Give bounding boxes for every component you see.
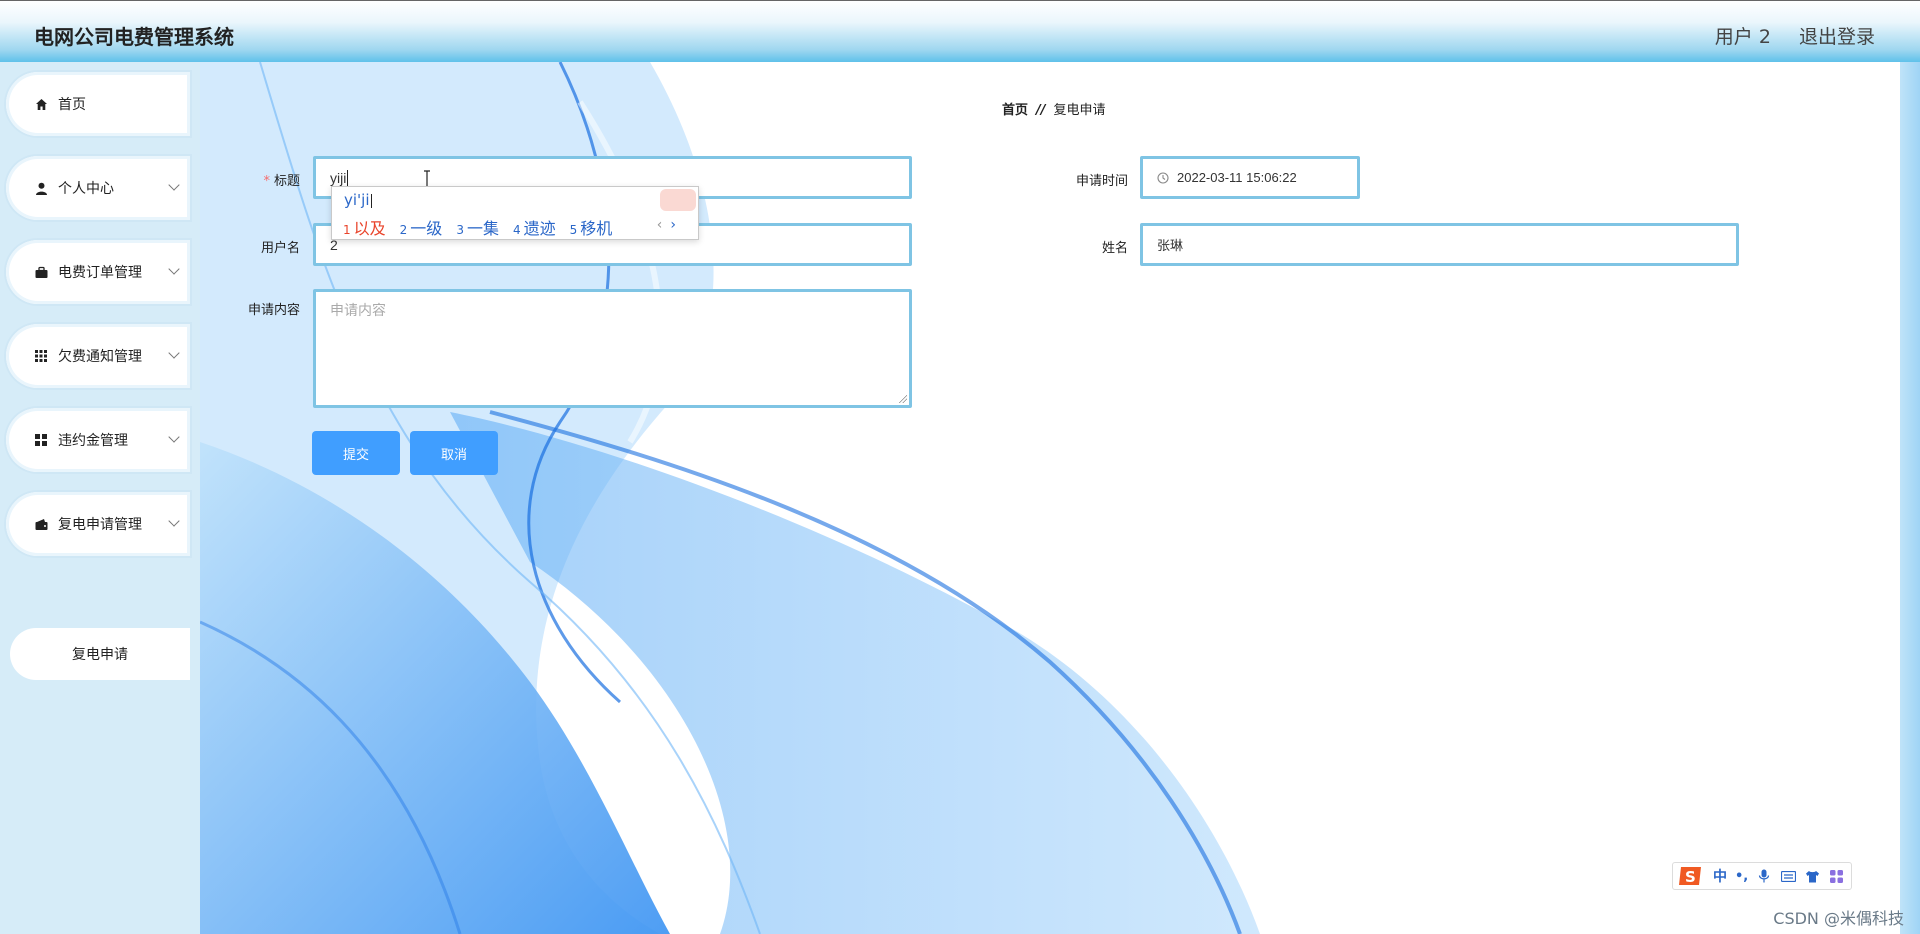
sidebar-item-label: 违约金管理: [58, 433, 128, 449]
sidebar-item-profile[interactable]: 个人中心: [6, 156, 190, 220]
microphone-icon[interactable]: [1756, 868, 1772, 884]
title-label: * 标题: [263, 174, 300, 189]
ime-candidate[interactable]: 2 一级: [400, 215, 443, 239]
content-label: 申请内容: [247, 303, 300, 318]
top-header: 电网公司电费管理系统 用户 2 退出登录: [0, 0, 1920, 62]
header-user-area: 用户 2 退出登录: [1693, 22, 1875, 49]
apply-time-value: 2022-03-11 15:06:22: [1177, 170, 1297, 185]
content-placeholder: 申请内容: [330, 302, 386, 318]
briefcase-icon: [34, 265, 48, 279]
current-user-label: 用户 2: [1714, 26, 1771, 48]
chevron-down-icon: [168, 263, 180, 275]
sidebar-item-label: 电费订单管理: [58, 265, 142, 281]
ime-composition: yi'ji: [344, 191, 372, 209]
sogou-logo-icon: [660, 189, 696, 211]
apply-time-label: 申请时间: [1075, 174, 1128, 189]
ime-next-page-icon[interactable]: ›: [670, 217, 676, 233]
ime-toolbar: S 中 •,: [1672, 862, 1852, 890]
sidebar-item-label: 欠费通知管理: [58, 349, 142, 365]
ime-mode-toggle[interactable]: 中: [1713, 866, 1727, 886]
name-value: 张琳: [1157, 238, 1184, 253]
username-label: 用户名: [260, 241, 300, 256]
ime-candidate-list: 1 以及 2 一级 3 一集 4 遗迹 5 移机: [343, 215, 612, 239]
sidebar-item-label: 复电申请管理: [58, 517, 142, 533]
ime-page-nav: ‹ ›: [657, 217, 676, 233]
text-caret: [347, 169, 349, 186]
wallet-icon: [34, 517, 48, 531]
ime-candidate[interactable]: 3 一集: [456, 215, 499, 239]
keyboard-icon[interactable]: [1780, 868, 1796, 884]
sidebar-item-label: 首页: [58, 97, 86, 113]
user-icon: [34, 181, 48, 195]
ime-candidate[interactable]: 5 移机: [570, 215, 613, 239]
breadcrumb-current: 复电申请: [1053, 103, 1106, 118]
sidebar-item-arrears-notice[interactable]: 欠费通知管理: [6, 324, 190, 388]
submit-button[interactable]: 提交: [312, 431, 400, 475]
sidebar-item-penalty[interactable]: 违约金管理: [6, 408, 190, 472]
chevron-down-icon: [168, 515, 180, 527]
content-textarea[interactable]: 申请内容: [313, 289, 912, 408]
sidebar-item-home[interactable]: 首页: [6, 72, 190, 136]
apps-icon: [34, 433, 48, 447]
right-edge-strip: [1900, 62, 1920, 934]
ime-prev-page-icon[interactable]: ‹: [657, 217, 663, 233]
app-title: 电网公司电费管理系统: [34, 25, 234, 49]
name-label: 姓名: [1101, 241, 1128, 256]
sidebar: 首页 个人中心 电费订单管理 欠费通知管理 违约金管理 复电申请管理 复电申请: [0, 62, 200, 934]
ime-punctuation-toggle[interactable]: •,: [1735, 869, 1748, 884]
ime-candidate[interactable]: 4 遗迹: [513, 215, 556, 239]
sidebar-item-bill-orders[interactable]: 电费订单管理: [6, 240, 190, 304]
ime-candidate[interactable]: 1 以及: [343, 215, 386, 239]
breadcrumb: 首页 // 复电申请: [1002, 99, 1106, 118]
cancel-button[interactable]: 取消: [410, 431, 498, 475]
title-input-value: yiji: [330, 169, 347, 186]
clock-icon: [1157, 171, 1169, 184]
sidebar-item-label: 个人中心: [58, 181, 114, 197]
required-mark: *: [263, 174, 270, 189]
apply-time-picker[interactable]: 2022-03-11 15:06:22: [1140, 156, 1360, 199]
resize-grip-icon[interactable]: [899, 395, 907, 403]
ime-candidate-popup: yi'ji 1 以及 2 一级 3 一集 4 遗迹 5 移机 ‹ ›: [331, 186, 699, 240]
watermark-text: CSDN @米偶科技: [1773, 909, 1904, 928]
skin-shirt-icon[interactable]: [1804, 868, 1820, 884]
svg-text:S: S: [1685, 868, 1696, 886]
sogou-logo-icon[interactable]: S: [1677, 863, 1705, 889]
submenu-item-reconnect-apply[interactable]: 复电申请: [10, 628, 190, 680]
breadcrumb-home[interactable]: 首页: [1002, 103, 1028, 118]
logout-link[interactable]: 退出登录: [1799, 26, 1875, 48]
sidebar-item-reconnect-apply[interactable]: 复电申请管理: [6, 492, 190, 556]
toolbox-icon[interactable]: [1828, 868, 1844, 884]
breadcrumb-separator: //: [1036, 103, 1046, 118]
chevron-down-icon: [168, 179, 180, 191]
grid-icon: [34, 349, 48, 363]
chevron-down-icon: [168, 347, 180, 359]
name-input[interactable]: 张琳: [1140, 223, 1739, 266]
home-icon: [34, 97, 48, 111]
chevron-down-icon: [168, 431, 180, 443]
